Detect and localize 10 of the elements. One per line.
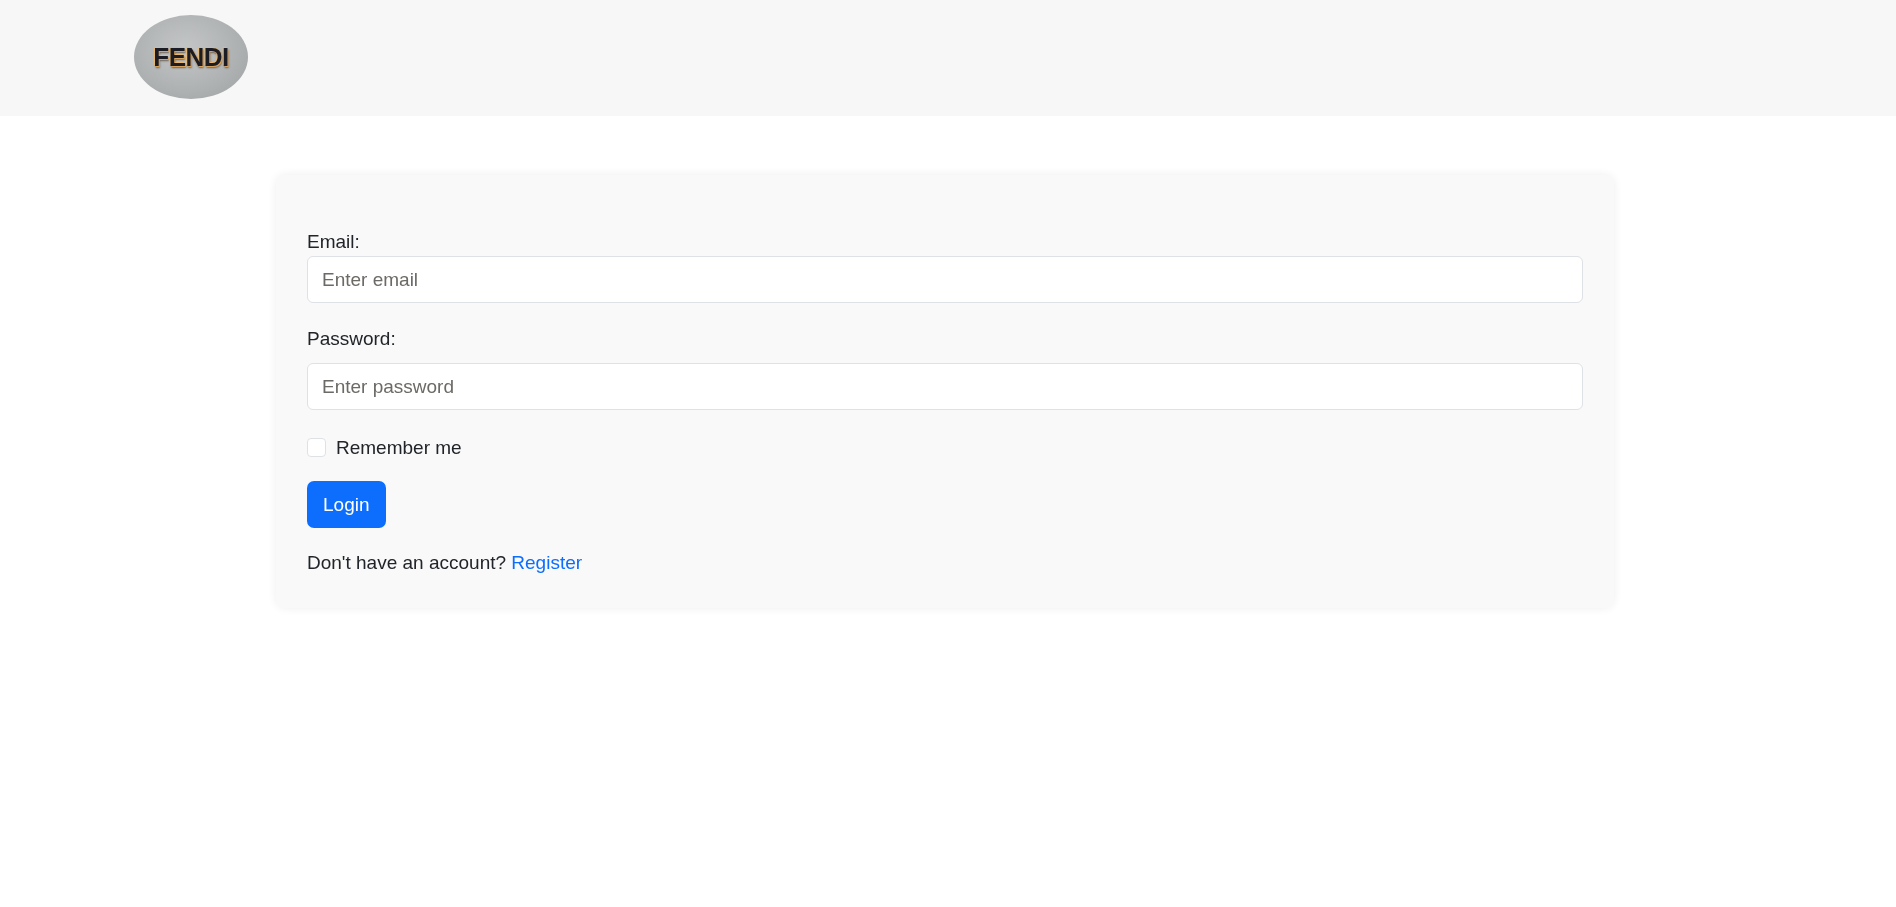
- email-field[interactable]: Enter email: [307, 256, 1583, 303]
- brand-logo[interactable]: FENDI: [134, 15, 248, 99]
- field-label: Password:: [307, 327, 397, 351]
- register-prompt: Don't have an account? Register: [307, 551, 584, 575]
- remember-label: Remember me: [336, 436, 462, 460]
- password-field[interactable]: Enter password: [307, 363, 1583, 410]
- field-label: Email:: [307, 230, 361, 254]
- register-link[interactable]: Register: [511, 552, 583, 573]
- login-button[interactable]: Login: [307, 481, 386, 528]
- remember-checkbox[interactable]: [307, 438, 326, 457]
